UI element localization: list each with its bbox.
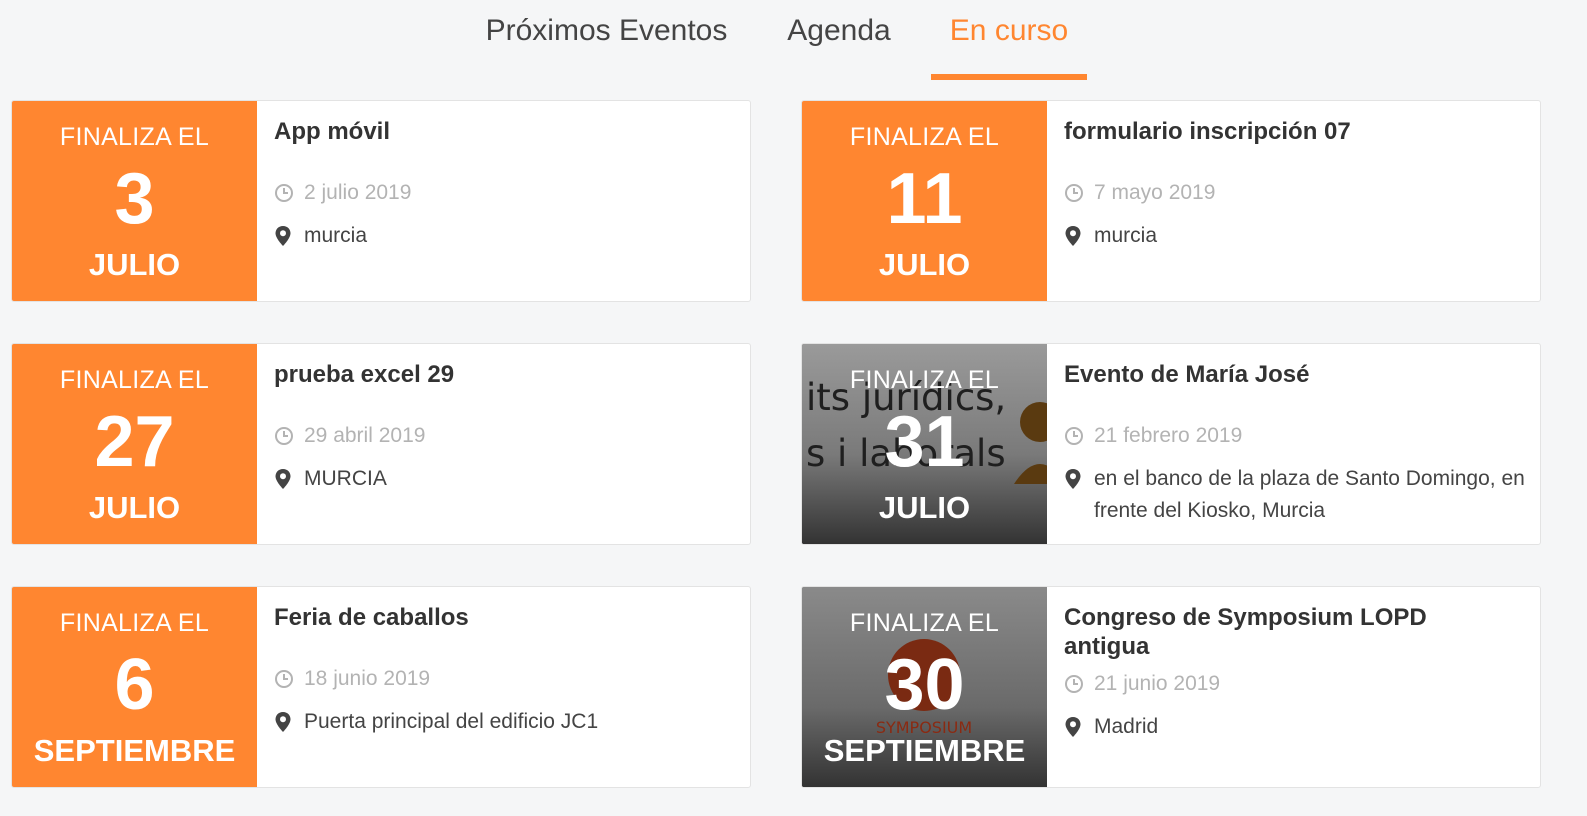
- event-title[interactable]: formulario inscripción 07: [1064, 117, 1504, 146]
- ends-label: FINALIZA EL: [59, 366, 210, 394]
- end-day: 30: [884, 645, 965, 725]
- event-date: 21 junio 2019: [1094, 672, 1221, 695]
- end-month: JULIO: [878, 490, 971, 525]
- event-date-row: 21 febrero 2019: [1064, 420, 1242, 452]
- event-title[interactable]: Evento de María José: [1064, 360, 1504, 389]
- event-card[interactable]: SYMPOSIUM FINALIZA EL 30 SEPTIEMBRE Cong…: [801, 586, 1541, 788]
- event-title[interactable]: Congreso de Symposium LOPD antigua: [1064, 603, 1504, 661]
- event-card[interactable]: FINALIZA EL 3 JULIO App móvil 2 julio 20…: [11, 100, 751, 302]
- event-date-badge: FINALIZA EL 11 JULIO: [802, 101, 1047, 301]
- tab-agenda[interactable]: Agenda: [785, 14, 893, 80]
- map-pin-icon: [274, 706, 296, 738]
- map-pin-icon: [274, 220, 296, 252]
- clock-icon: [1064, 177, 1086, 209]
- end-month: SEPTIEMBRE: [823, 733, 1026, 768]
- map-pin-icon: [274, 463, 296, 495]
- event-date-row: 29 abril 2019: [274, 420, 425, 452]
- event-date-badge: FINALIZA EL 6 SEPTIEMBRE: [12, 587, 257, 787]
- event-place: en el banco de la plaza de Santo Domingo…: [1094, 467, 1525, 522]
- clock-icon: [274, 420, 296, 452]
- tab-proximos-eventos[interactable]: Próximos Eventos: [484, 14, 729, 80]
- event-place: Madrid: [1094, 715, 1159, 738]
- end-day: 11: [886, 159, 963, 239]
- event-date-row: 18 junio 2019: [274, 663, 430, 695]
- clock-icon: [1064, 668, 1086, 700]
- event-card[interactable]: FINALIZA EL 6 SEPTIEMBRE Feria de caball…: [11, 586, 751, 788]
- end-month: JULIO: [88, 247, 181, 282]
- event-card[interactable]: FINALIZA EL 11 JULIO formulario inscripc…: [801, 100, 1541, 302]
- event-place: Puerta principal del edificio JC1: [304, 710, 599, 733]
- map-pin-icon: [1064, 463, 1086, 495]
- event-card[interactable]: its jurídics, s i laborals FINALIZA EL 3…: [801, 343, 1541, 545]
- event-place-row: Madrid: [1064, 711, 1534, 743]
- event-date: 7 mayo 2019: [1094, 181, 1216, 204]
- event-place-row: Puerta principal del edificio JC1: [274, 706, 744, 738]
- event-date-row: 21 junio 2019: [1064, 668, 1220, 700]
- map-pin-icon: [1064, 220, 1086, 252]
- ends-label: FINALIZA EL: [59, 609, 210, 637]
- ends-label: FINALIZA EL: [849, 609, 1000, 637]
- event-date: 29 abril 2019: [304, 424, 426, 447]
- ends-label: FINALIZA EL: [849, 123, 1000, 151]
- ends-label: FINALIZA EL: [59, 123, 210, 151]
- event-tabs: Próximos Eventos Agenda En curso: [0, 0, 1587, 80]
- event-date: 21 febrero 2019: [1094, 424, 1243, 447]
- event-date: 18 junio 2019: [304, 667, 431, 690]
- end-day: 6: [114, 645, 155, 725]
- event-place-row: murcia: [274, 220, 744, 252]
- event-place-row: en el banco de la plaza de Santo Domingo…: [1064, 463, 1534, 527]
- clock-icon: [1064, 420, 1086, 452]
- event-title[interactable]: App móvil: [274, 117, 714, 146]
- event-date-badge: SYMPOSIUM FINALIZA EL 30 SEPTIEMBRE: [802, 587, 1047, 787]
- event-place: MURCIA: [304, 467, 387, 490]
- event-place-row: MURCIA: [274, 463, 744, 495]
- event-title[interactable]: Feria de caballos: [274, 603, 714, 632]
- tab-en-curso[interactable]: En curso: [931, 14, 1087, 80]
- clock-icon: [274, 177, 296, 209]
- end-day: 3: [114, 159, 155, 239]
- end-day: 31: [884, 402, 965, 482]
- event-place: murcia: [1094, 224, 1158, 247]
- event-date-badge: its jurídics, s i laborals FINALIZA EL 3…: [802, 344, 1047, 544]
- map-pin-icon: [1064, 711, 1086, 743]
- event-card[interactable]: FINALIZA EL 27 JULIO prueba excel 29 29 …: [11, 343, 751, 545]
- end-day: 27: [94, 402, 175, 482]
- event-date-row: 7 mayo 2019: [1064, 177, 1215, 209]
- event-date-badge: FINALIZA EL 27 JULIO: [12, 344, 257, 544]
- end-month: JULIO: [878, 247, 971, 282]
- end-month: JULIO: [88, 490, 181, 525]
- event-place-row: murcia: [1064, 220, 1534, 252]
- event-place: murcia: [304, 224, 368, 247]
- clock-icon: [274, 663, 296, 695]
- event-date-row: 2 julio 2019: [274, 177, 411, 209]
- end-month: SEPTIEMBRE: [33, 733, 236, 768]
- ends-label: FINALIZA EL: [849, 366, 1000, 394]
- event-date: 2 julio 2019: [304, 181, 412, 204]
- event-title[interactable]: prueba excel 29: [274, 360, 714, 389]
- event-date-badge: FINALIZA EL 3 JULIO: [12, 101, 257, 301]
